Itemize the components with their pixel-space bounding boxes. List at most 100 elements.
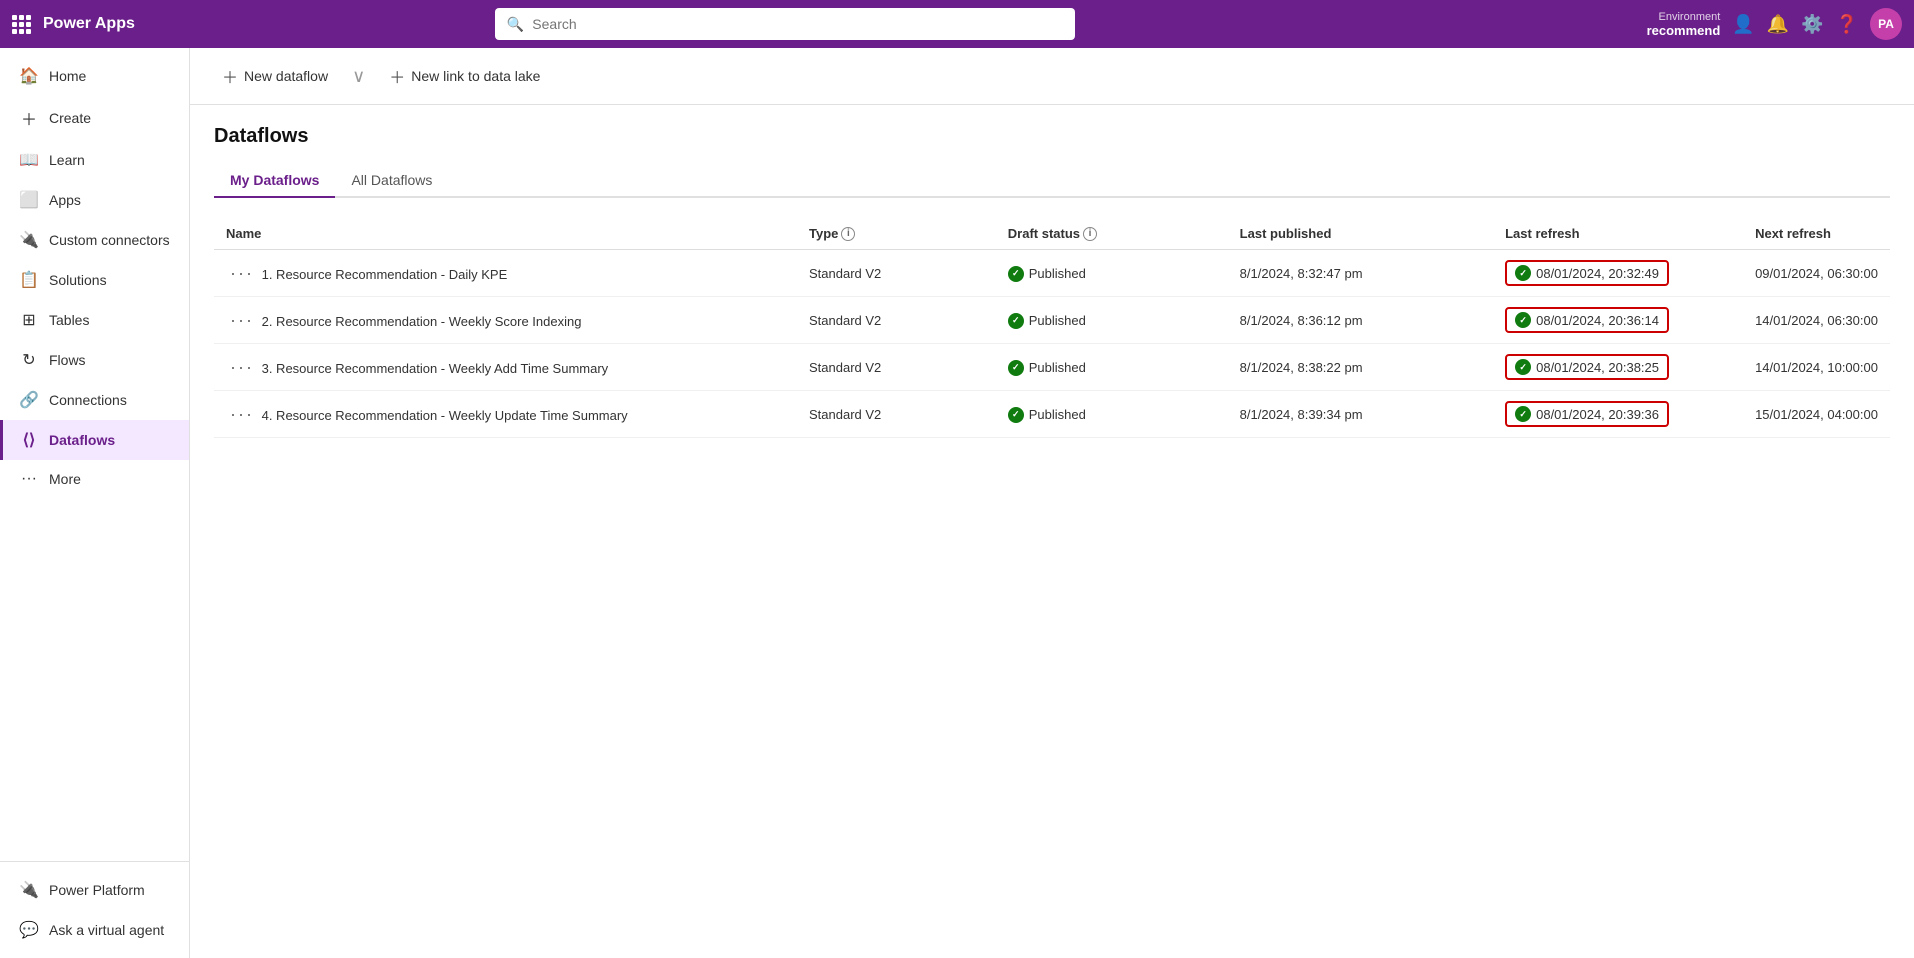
cell-name: ··· 3. Resource Recommendation - Weekly …: [214, 344, 797, 391]
tables-icon: ⊞: [19, 310, 39, 330]
new-dataflow-label: New dataflow: [244, 68, 328, 84]
published-icon: [1008, 360, 1024, 376]
last-refresh-value: 08/01/2024, 20:36:14: [1536, 313, 1659, 328]
cell-last-published: 8/1/2024, 8:39:34 pm: [1228, 391, 1493, 438]
cell-last-published: 8/1/2024, 8:36:12 pm: [1228, 297, 1493, 344]
cell-last-refresh: 08/01/2024, 20:36:14: [1493, 297, 1743, 344]
row-more-button[interactable]: ···: [226, 402, 258, 426]
cell-name: ··· 2. Resource Recommendation - Weekly …: [214, 297, 797, 344]
refresh-success-icon: [1515, 312, 1531, 328]
search-bar[interactable]: 🔍: [495, 8, 1075, 40]
table-row: ··· 4. Resource Recommendation - Weekly …: [214, 391, 1890, 438]
table-row: ··· 3. Resource Recommendation - Weekly …: [214, 344, 1890, 391]
status-badge: Published: [1008, 360, 1086, 376]
sidebar-item-dataflows[interactable]: ⟨⟩ Dataflows: [0, 420, 189, 460]
content-area: ＋ New dataflow ∨ ＋ New link to data lake…: [190, 48, 1914, 958]
solutions-icon: 📋: [19, 270, 39, 290]
gear-icon[interactable]: ⚙️: [1801, 14, 1823, 35]
cell-name: ··· 1. Resource Recommendation - Daily K…: [214, 250, 797, 297]
top-nav-right: Environment recommend 👤 🔔 ⚙️ ❓ PA: [1647, 8, 1902, 40]
cell-next-refresh: 15/01/2024, 04:00:00: [1743, 391, 1890, 438]
col-header-last-published: Last published: [1228, 218, 1493, 250]
status-badge: Published: [1008, 313, 1086, 329]
draft-info-icon[interactable]: i: [1083, 227, 1097, 241]
sidebar-bottom: 🔌 Power Platform 💬 Ask a virtual agent: [0, 861, 189, 950]
search-input[interactable]: [532, 16, 1063, 32]
sidebar-item-solutions[interactable]: 📋 Solutions: [0, 260, 189, 300]
sidebar-item-tables[interactable]: ⊞ Tables: [0, 300, 189, 340]
app-title: Power Apps: [43, 15, 135, 33]
ask-agent-icon: 💬: [19, 920, 39, 940]
help-icon[interactable]: ❓: [1836, 14, 1858, 35]
connections-icon: 🔗: [19, 390, 39, 410]
sidebar-label-solutions: Solutions: [49, 272, 107, 288]
cell-type: Standard V2: [797, 344, 996, 391]
sidebar-item-power-platform[interactable]: 🔌 Power Platform: [0, 870, 189, 910]
environment-label: Environment: [1659, 11, 1721, 23]
type-info-icon[interactable]: i: [841, 227, 855, 241]
sidebar: 🏠 Home ＋ Create 📖 Learn ⬜ Apps 🔌 Custom …: [0, 48, 190, 958]
content-toolbar: ＋ New dataflow ∨ ＋ New link to data lake: [190, 48, 1914, 105]
last-refresh-highlight: 08/01/2024, 20:32:49: [1505, 260, 1669, 286]
tab-my-dataflows[interactable]: My Dataflows: [214, 164, 335, 198]
sidebar-item-learn[interactable]: 📖 Learn: [0, 140, 189, 180]
sidebar-item-ask-agent[interactable]: 💬 Ask a virtual agent: [0, 910, 189, 950]
page-content: Dataflows My Dataflows All Dataflows Nam…: [190, 105, 1914, 958]
published-icon: [1008, 266, 1024, 282]
col-header-draft: Draft status i: [996, 218, 1228, 250]
new-dataflow-button[interactable]: ＋ New dataflow: [214, 60, 336, 92]
col-header-name: Name: [214, 218, 797, 250]
power-platform-icon: 🔌: [19, 880, 39, 900]
sidebar-label-flows: Flows: [49, 352, 86, 368]
sidebar-item-home[interactable]: 🏠 Home: [0, 56, 189, 96]
sidebar-item-flows[interactable]: ↻ Flows: [0, 340, 189, 380]
sidebar-item-custom-connectors[interactable]: 🔌 Custom connectors: [0, 220, 189, 260]
status-badge: Published: [1008, 407, 1086, 423]
plus-icon-2: ＋: [389, 64, 405, 88]
apps-icon: ⬜: [19, 190, 39, 210]
tab-all-dataflows[interactable]: All Dataflows: [335, 164, 448, 198]
sidebar-item-create[interactable]: ＋ Create: [0, 96, 189, 140]
main-layout: 🏠 Home ＋ Create 📖 Learn ⬜ Apps 🔌 Custom …: [0, 48, 1914, 958]
search-icon: 🔍: [507, 16, 524, 33]
environment-name: recommend: [1647, 23, 1721, 38]
cell-last-refresh: 08/01/2024, 20:39:36: [1493, 391, 1743, 438]
sidebar-label-ask-agent: Ask a virtual agent: [49, 922, 164, 938]
more-icon: ···: [19, 470, 39, 488]
sidebar-item-more[interactable]: ··· More: [0, 460, 189, 498]
custom-connectors-icon: 🔌: [19, 230, 39, 250]
status-badge: Published: [1008, 266, 1086, 282]
tabs-bar: My Dataflows All Dataflows: [214, 164, 1890, 198]
cell-type: Standard V2: [797, 391, 996, 438]
table-row: ··· 2. Resource Recommendation - Weekly …: [214, 297, 1890, 344]
sidebar-label-learn: Learn: [49, 152, 85, 168]
refresh-success-icon: [1515, 265, 1531, 281]
col-header-last-refresh: Last refresh: [1493, 218, 1743, 250]
sidebar-label-create: Create: [49, 110, 91, 126]
cell-draft-status: Published: [996, 250, 1228, 297]
row-more-button[interactable]: ···: [226, 355, 258, 379]
last-refresh-value: 08/01/2024, 20:39:36: [1536, 407, 1659, 422]
cell-next-refresh: 14/01/2024, 06:30:00: [1743, 297, 1890, 344]
last-refresh-value: 08/01/2024, 20:38:25: [1536, 360, 1659, 375]
row-more-button[interactable]: ···: [226, 308, 258, 332]
sidebar-label-custom-connectors: Custom connectors: [49, 232, 170, 248]
last-refresh-highlight: 08/01/2024, 20:38:25: [1505, 354, 1669, 380]
row-more-button[interactable]: ···: [226, 261, 258, 285]
last-refresh-highlight: 08/01/2024, 20:39:36: [1505, 401, 1669, 427]
new-link-button[interactable]: ＋ New link to data lake: [381, 60, 548, 92]
bell-icon[interactable]: 🔔: [1767, 14, 1789, 35]
refresh-success-icon: [1515, 406, 1531, 422]
person-icon[interactable]: 👤: [1732, 14, 1754, 35]
cell-last-refresh: 08/01/2024, 20:32:49: [1493, 250, 1743, 297]
avatar[interactable]: PA: [1870, 8, 1902, 40]
sidebar-item-apps[interactable]: ⬜ Apps: [0, 180, 189, 220]
dropdown-arrow[interactable]: ∨: [352, 66, 365, 87]
waffle-icon[interactable]: [12, 15, 31, 34]
last-refresh-highlight: 08/01/2024, 20:36:14: [1505, 307, 1669, 333]
cell-name: ··· 4. Resource Recommendation - Weekly …: [214, 391, 797, 438]
new-link-label: New link to data lake: [411, 68, 540, 84]
sidebar-label-apps: Apps: [49, 192, 81, 208]
sidebar-item-connections[interactable]: 🔗 Connections: [0, 380, 189, 420]
cell-draft-status: Published: [996, 297, 1228, 344]
